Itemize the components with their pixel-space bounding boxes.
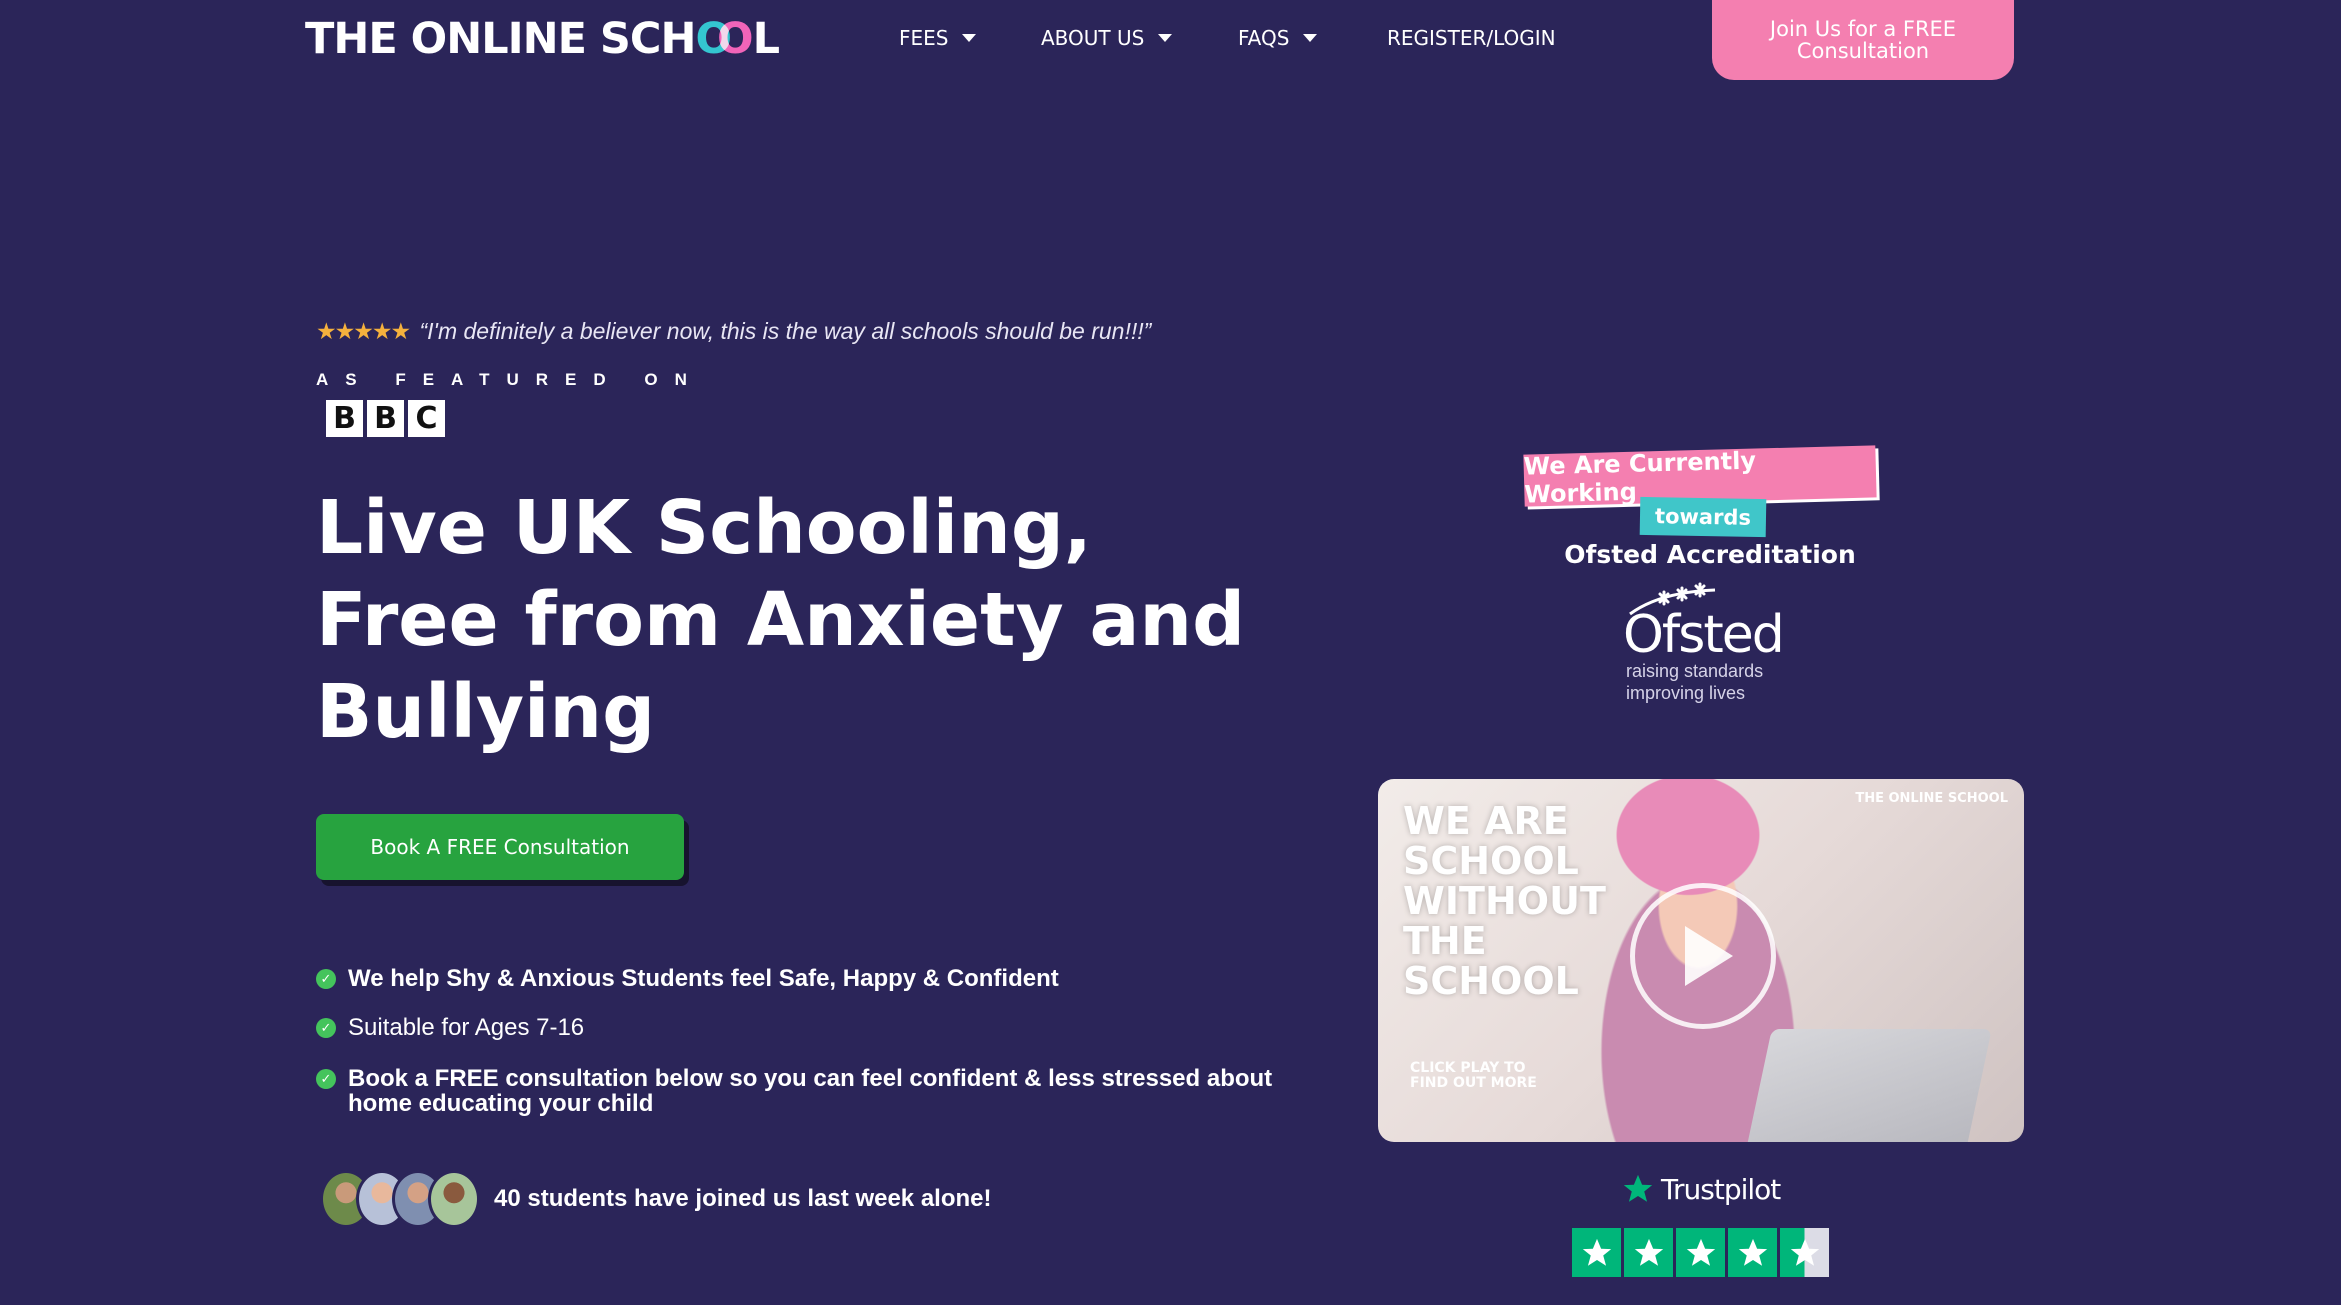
nav-register-login-label: REGISTER/LOGIN (1387, 26, 1556, 50)
students-joined: 40 students have joined us last week alo… (320, 1170, 992, 1228)
ofsted-tagline-line: improving lives (1626, 683, 1746, 703)
benefit-item: ✓ Suitable for Ages 7-16 (316, 1015, 1276, 1040)
video-click-hint: CLICK PLAY TO FIND OUT MORE (1410, 1060, 1537, 1091)
trustpilot-rating (1572, 1228, 1829, 1277)
star-icon (1582, 1238, 1611, 1266)
star-icon (1738, 1238, 1767, 1266)
check-circle-icon: ✓ (316, 969, 336, 989)
trustpilot-logo[interactable]: Trustpilot (1621, 1172, 1781, 1206)
video-title-line: THE (1403, 919, 1487, 963)
nav-faqs-label: FAQS (1238, 26, 1290, 50)
bbc-letter: B (326, 400, 363, 437)
review-quote: ★★★★★ “I'm definitely a believer now, th… (316, 318, 1151, 345)
logo-text-suffix: L (752, 14, 780, 64)
nav-about-us[interactable]: ABOUT US (1041, 26, 1173, 50)
bbc-logo: B B C (326, 400, 445, 437)
video-title-line: SCHOOL (1403, 839, 1579, 883)
caret-down-icon (962, 34, 977, 42)
ofsted-badge: We Are Currently Working towards Ofsted … (1520, 445, 1880, 710)
trustpilot-star-half (1780, 1228, 1829, 1277)
benefit-item: ✓ We help Shy & Anxious Students feel Sa… (316, 966, 1276, 991)
caret-down-icon (1303, 34, 1318, 42)
logo-text-prefix: THE ONLINE SCH (305, 14, 696, 64)
rating-stars-icon: ★★★★★ (316, 318, 411, 344)
benefits-list: ✓ We help Shy & Anxious Students feel Sa… (316, 966, 1276, 1140)
video-brand: THE ONLINE SCHOOL (1855, 791, 2008, 806)
star-icon (1634, 1238, 1663, 1266)
trustpilot-star (1728, 1228, 1777, 1277)
video-title: WE ARE SCHOOL WITHOUT THE SCHOOL (1403, 801, 1643, 1001)
ofsted-banner-towards: towards (1639, 496, 1767, 538)
benefit-text: Book a FREE consultation below so you ca… (348, 1065, 1273, 1117)
review-text: “I'm definitely a believer now, this is … (419, 318, 1152, 344)
nav-register-login[interactable]: REGISTER/LOGIN (1387, 26, 1556, 50)
ofsted-accreditation-title: Ofsted Accreditation (1564, 540, 1856, 569)
book-free-consultation-button[interactable]: Book A FREE Consultation (316, 814, 684, 880)
students-joined-text: 40 students have joined us last week alo… (494, 1185, 992, 1212)
site-logo[interactable]: THE ONLINE SCHOOL (305, 14, 780, 64)
benefit-text: Suitable for Ages 7-16 (348, 1014, 585, 1041)
logo-o-pink: O (717, 14, 754, 64)
bbc-letter: C (408, 400, 445, 437)
ofsted-logo: Ofsted (1623, 605, 1785, 665)
join-free-consultation-button[interactable]: Join Us for a FREE Consultation (1712, 0, 2014, 80)
check-circle-icon: ✓ (316, 1018, 336, 1038)
ofsted-tagline-line: raising standards (1626, 661, 1764, 681)
trustpilot-label: Trustpilot (1661, 1172, 1781, 1206)
star-icon (1790, 1238, 1819, 1266)
video-title-line: WITHOUT (1403, 879, 1606, 923)
trustpilot-star (1676, 1228, 1725, 1277)
nav-faqs[interactable]: FAQS (1238, 26, 1318, 50)
nav-about-us-label: ABOUT US (1041, 26, 1145, 50)
trustpilot-star (1572, 1228, 1621, 1277)
trustpilot-star (1624, 1228, 1673, 1277)
check-circle-icon: ✓ (316, 1069, 336, 1089)
caret-down-icon (1158, 34, 1173, 42)
nav-fees[interactable]: FEES (899, 26, 977, 50)
nav-fees-label: FEES (899, 26, 949, 50)
star-icon (1686, 1238, 1715, 1266)
video-title-line: WE ARE (1403, 799, 1569, 843)
benefit-item: ✓ Book a FREE consultation below so you … (316, 1066, 1276, 1116)
hero-headline: Live UK Schooling, Free from Anxiety and… (316, 485, 1246, 755)
featured-on-label: AS FEATURED ON (316, 370, 704, 389)
video-title-line: SCHOOL (1403, 959, 1579, 1003)
student-avatars (320, 1170, 480, 1228)
intro-video[interactable]: WE ARE SCHOOL WITHOUT THE SCHOOL THE ONL… (1378, 779, 2024, 1142)
play-button[interactable] (1630, 883, 1776, 1029)
trustpilot-star-icon (1623, 1174, 1653, 1202)
video-thumbnail-laptop (1744, 1029, 1992, 1142)
ofsted-tagline: raising standards improving lives (1626, 660, 1763, 704)
play-icon (1685, 926, 1733, 986)
bbc-letter: B (367, 400, 404, 437)
avatar (428, 1170, 480, 1228)
benefit-text: We help Shy & Anxious Students feel Safe… (348, 965, 1059, 992)
